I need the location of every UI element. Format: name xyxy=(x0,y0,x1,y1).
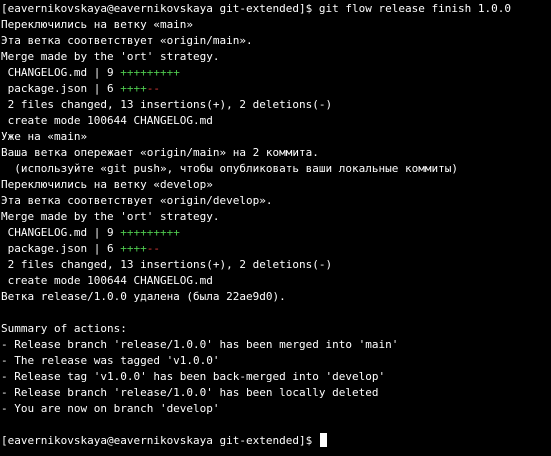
terminal-window[interactable]: [eavernikovskaya@eavernikovskaya git-ext… xyxy=(0,0,551,456)
summary-item: - Release tag 'v1.0.0' has been back-mer… xyxy=(1,370,386,383)
diffstat-insertions: ++++ xyxy=(120,82,147,95)
terminal-line: 2 files changed, 13 insertions(+), 2 del… xyxy=(1,98,333,111)
diffstat-insertions: +++++++++ xyxy=(120,226,180,239)
summary-item: - Release branch 'release/1.0.0' has bee… xyxy=(1,386,379,399)
shell-prompt: [eavernikovskaya@eavernikovskaya git-ext… xyxy=(1,434,319,447)
diffstat-insertions: ++++ xyxy=(120,242,147,255)
prompt-line[interactable]: [eavernikovskaya@eavernikovskaya git-ext… xyxy=(0,433,551,449)
diffstat-line-changelog: CHANGELOG.md | 9 +++++++++ xyxy=(0,225,551,241)
terminal-line: Merge made by the 'ort' strategy. xyxy=(1,210,220,223)
summary-heading: Summary of actions: xyxy=(1,322,127,335)
terminal-line: Эта ветка соответствует «origin/develop»… xyxy=(1,194,273,207)
diffstat-file-label: package.json | 6 xyxy=(1,242,121,255)
summary-item: - Release branch 'release/1.0.0' has bee… xyxy=(1,338,399,351)
diffstat-line-changelog: CHANGELOG.md | 9 +++++++++ xyxy=(0,65,551,81)
diffstat-insertions: +++++++++ xyxy=(120,66,180,79)
terminal-line: 2 files changed, 13 insertions(+), 2 del… xyxy=(1,258,333,271)
summary-item: - The release was tagged 'v1.0.0' xyxy=(1,354,220,367)
diffstat-line-package: package.json | 6 ++++-- xyxy=(0,241,551,257)
terminal-line: Эта ветка соответствует «origin/main». xyxy=(1,34,253,47)
diffstat-deletions: -- xyxy=(146,82,160,95)
diffstat-file-label: package.json | 6 xyxy=(1,82,121,95)
terminal-line: Ветка release/1.0.0 удалена (была 22ae9d… xyxy=(1,290,286,303)
diffstat-file-label: CHANGELOG.md | 9 xyxy=(1,66,121,79)
terminal-line: Уже на «main» xyxy=(1,130,88,143)
terminal-line: (используйте «git push», чтобы опубликов… xyxy=(1,162,458,175)
terminal-line: create mode 100644 CHANGELOG.md xyxy=(1,274,213,287)
summary-item: - You are now on branch 'develop' xyxy=(1,402,220,415)
diffstat-line-package: package.json | 6 ++++-- xyxy=(0,81,551,97)
terminal-line-command: [eavernikovskaya@eavernikovskaya git-ext… xyxy=(1,2,511,15)
terminal-line: Переключились на ветку «develop» xyxy=(1,178,213,191)
terminal-line: Merge made by the 'ort' strategy. xyxy=(1,50,220,63)
terminal-line: Переключились на ветку «main» xyxy=(1,18,194,31)
terminal-line: create mode 100644 CHANGELOG.md xyxy=(1,114,213,127)
terminal-line: Ваша ветка опережает «origin/main» на 2 … xyxy=(1,146,319,159)
diffstat-deletions: -- xyxy=(146,242,160,255)
text-cursor xyxy=(319,433,327,447)
diffstat-file-label: CHANGELOG.md | 9 xyxy=(1,226,121,239)
